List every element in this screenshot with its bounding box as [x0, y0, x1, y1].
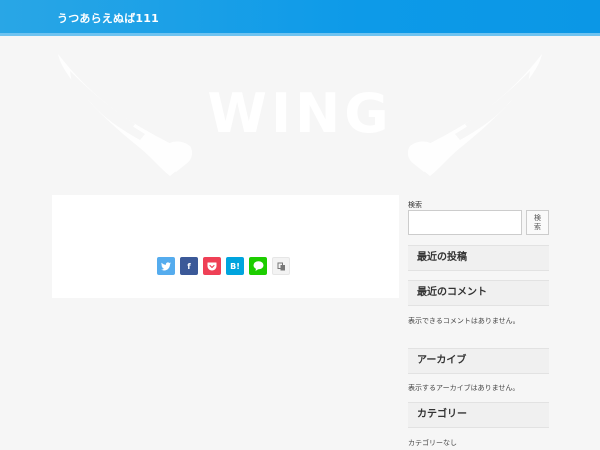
- search-input[interactable]: [408, 210, 522, 235]
- site-header: うつあらえぬば111: [0, 0, 600, 36]
- wing-logo-graphic: WING: [58, 54, 542, 176]
- pocket-share-button[interactable]: [203, 257, 221, 275]
- line-icon: [253, 261, 263, 271]
- hatena-icon: B!: [230, 261, 240, 271]
- copy-icon: [277, 262, 285, 270]
- widget-title-categories: カテゴリー: [408, 402, 549, 428]
- site-title-link[interactable]: うつあらえぬば111: [57, 10, 159, 26]
- facebook-icon: f: [187, 261, 191, 271]
- pocket-icon: [207, 262, 217, 270]
- line-share-button[interactable]: [249, 257, 267, 275]
- widget-title-recent-posts: 最近の投稿: [408, 245, 549, 271]
- widget-title-recent-comments: 最近のコメント: [408, 280, 549, 306]
- facebook-share-button[interactable]: f: [180, 257, 198, 275]
- left-wing-icon: [58, 54, 193, 176]
- twitter-share-button[interactable]: [157, 257, 175, 275]
- hero-banner: WING: [0, 36, 600, 191]
- copy-link-button[interactable]: [272, 257, 290, 275]
- search-button[interactable]: 検索: [526, 210, 549, 235]
- widget-title-archives: アーカイブ: [408, 348, 549, 374]
- article-card: f B!: [52, 195, 399, 298]
- right-wing-icon: [407, 54, 542, 176]
- twitter-icon: [161, 261, 171, 270]
- share-buttons: f B!: [157, 257, 290, 275]
- archives-empty-text: 表示するアーカイブはありません。: [408, 384, 520, 392]
- categories-empty-text: カテゴリーなし: [408, 439, 457, 447]
- search-label: 検索: [408, 201, 422, 209]
- recent-comments-empty-text: 表示できるコメントはありません。: [408, 317, 520, 325]
- hatena-bookmark-button[interactable]: B!: [226, 257, 244, 275]
- wing-logo-text: WING: [207, 82, 392, 145]
